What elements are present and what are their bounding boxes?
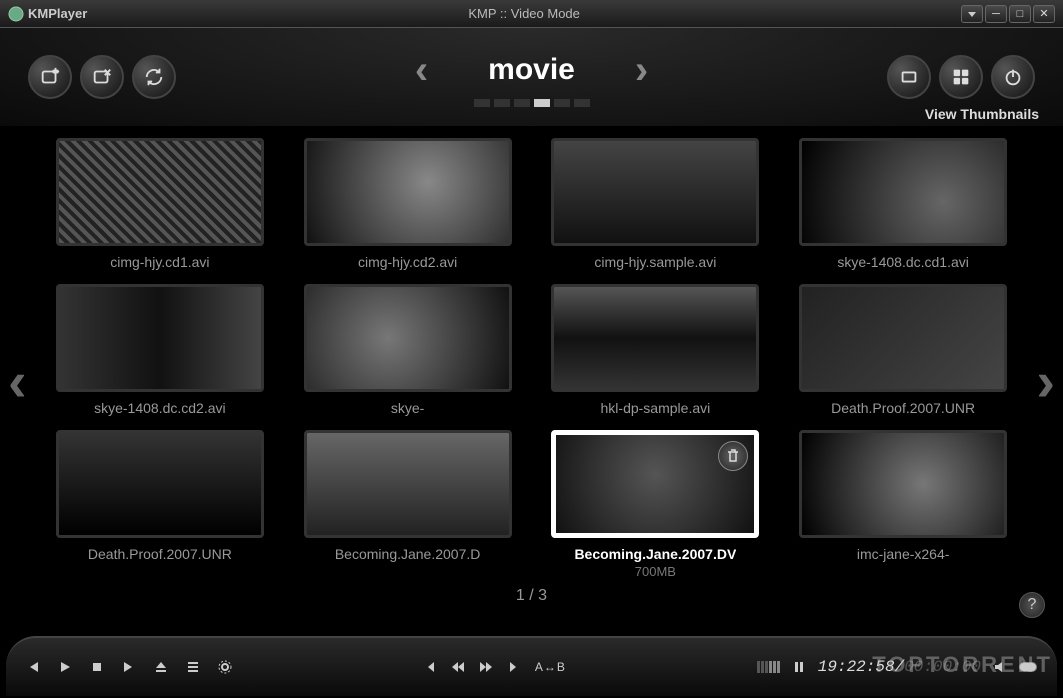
grid-view-button[interactable] — [939, 55, 983, 99]
level-meter — [757, 661, 780, 673]
playback-bar: A↔B 19:22:58/00:00:00 — [6, 636, 1057, 696]
step-forward-button[interactable] — [507, 660, 521, 674]
thumbnail-image — [304, 138, 512, 246]
stop-button[interactable] — [90, 660, 104, 674]
thumbnail-image — [551, 138, 759, 246]
thumbnail-image — [799, 138, 1007, 246]
thumbnail-label: skye-1408.dc.cd1.avi — [837, 254, 969, 270]
playlist-button[interactable] — [186, 660, 200, 674]
thumbnail-label: Becoming.Jane.2007.D — [335, 546, 481, 562]
thumbnail-label: Becoming.Jane.2007.DV — [574, 546, 736, 562]
thumbnail-item[interactable]: Becoming.Jane.2007.D — [298, 430, 518, 579]
time-display: 19:22:58/00:00:00 — [818, 658, 981, 676]
thumbnail-image — [56, 284, 264, 392]
thumbnail-image — [56, 138, 264, 246]
page-indicator: 1 / 3 — [50, 587, 1013, 605]
add-folder-button[interactable] — [28, 55, 72, 99]
thumbnail-item[interactable]: cimg-hjy.cd1.avi — [50, 138, 270, 270]
thumbnail-item[interactable]: imc-jane-x264- — [793, 430, 1013, 579]
next-track-button[interactable] — [122, 660, 136, 674]
close-button[interactable]: ✕ — [1033, 5, 1055, 23]
folder-prev-button[interactable]: ‹ — [415, 48, 428, 93]
forward-button[interactable] — [479, 660, 493, 674]
thumbnail-label: Death.Proof.2007.UNR — [88, 546, 232, 562]
thumbnail-grid: cimg-hjy.cd1.avi cimg-hjy.cd2.avi cimg-hjy… — [50, 138, 1013, 579]
fullscreen-button[interactable] — [887, 55, 931, 99]
volume-slider[interactable] — [1019, 662, 1037, 672]
page-dots[interactable] — [474, 99, 590, 107]
delete-icon[interactable] — [718, 441, 748, 471]
window-controls: ─ □ ✕ — [961, 5, 1055, 23]
thumbnail-label: imc-jane-x264- — [857, 546, 950, 562]
thumbnail-item[interactable]: cimg-hjy.cd2.avi — [298, 138, 518, 270]
pause-indicator-icon — [792, 660, 806, 674]
thumbnail-image — [304, 284, 512, 392]
page-next-button[interactable]: › — [1036, 349, 1055, 414]
thumbnail-label: skye- — [391, 400, 424, 416]
play-button[interactable] — [58, 660, 72, 674]
thumbnail-item[interactable]: Becoming.Jane.2007.DV 700MB — [546, 430, 766, 579]
thumbnail-label: cimg-hjy.cd2.avi — [358, 254, 457, 270]
app-icon — [8, 6, 24, 22]
eject-button[interactable] — [154, 660, 168, 674]
thumbnail-image — [551, 430, 759, 538]
power-button[interactable] — [991, 55, 1035, 99]
titlebar: KMPlayer KMP :: Video Mode ─ □ ✕ — [0, 0, 1063, 28]
tray-button[interactable] — [961, 5, 983, 23]
thumbnail-item[interactable]: Death.Proof.2007.UNR — [50, 430, 270, 579]
thumbnail-label: hkl-dp-sample.avi — [601, 400, 711, 416]
thumbnail-item[interactable]: skye-1408.dc.cd2.avi — [50, 284, 270, 416]
thumbnail-sublabel: 700MB — [635, 564, 676, 579]
thumbnail-item[interactable]: skye-1408.dc.cd1.avi — [793, 138, 1013, 270]
thumbnail-image — [304, 430, 512, 538]
folder-next-button[interactable]: › — [635, 48, 648, 93]
thumbnail-image — [551, 284, 759, 392]
thumbnail-image — [799, 430, 1007, 538]
remove-folder-button[interactable] — [80, 55, 124, 99]
step-back-button[interactable] — [423, 660, 437, 674]
rewind-button[interactable] — [451, 660, 465, 674]
thumbnail-image — [799, 284, 1007, 392]
ab-repeat-button[interactable]: A↔B — [535, 660, 566, 674]
volume-button[interactable] — [993, 660, 1007, 674]
app-name: KMPlayer — [28, 6, 87, 21]
content-area: ‹ › cimg-hjy.cd1.avicimg-hjy.cd2.avicimg… — [0, 126, 1063, 636]
window-title: KMP :: Video Mode — [87, 6, 961, 21]
page-prev-button[interactable]: ‹ — [8, 349, 27, 414]
time-total: 00:00:00 — [904, 658, 981, 676]
maximize-button[interactable]: □ — [1009, 5, 1031, 23]
thumbnail-label: cimg-hjy.sample.avi — [594, 254, 716, 270]
thumbnail-item[interactable]: Death.Proof.2007.UNR — [793, 284, 1013, 416]
thumbnail-label: skye-1408.dc.cd2.avi — [94, 400, 226, 416]
toolbar: ‹ movie › View Thumbnails — [0, 28, 1063, 126]
thumbnail-item[interactable]: hkl-dp-sample.avi — [546, 284, 766, 416]
minimize-button[interactable]: ─ — [985, 5, 1007, 23]
thumbnail-item[interactable]: skye- — [298, 284, 518, 416]
refresh-button[interactable] — [132, 55, 176, 99]
thumbnail-image — [56, 430, 264, 538]
time-current: 19:22:58 — [818, 658, 895, 676]
view-mode-label: View Thumbnails — [925, 106, 1039, 122]
thumbnail-item[interactable]: cimg-hjy.sample.avi — [546, 138, 766, 270]
prev-track-button[interactable] — [26, 660, 40, 674]
folder-name: movie — [488, 53, 575, 87]
help-button[interactable]: ? — [1019, 592, 1045, 618]
settings-button[interactable] — [218, 660, 232, 674]
thumbnail-label: Death.Proof.2007.UNR — [831, 400, 975, 416]
thumbnail-label: cimg-hjy.cd1.avi — [110, 254, 209, 270]
